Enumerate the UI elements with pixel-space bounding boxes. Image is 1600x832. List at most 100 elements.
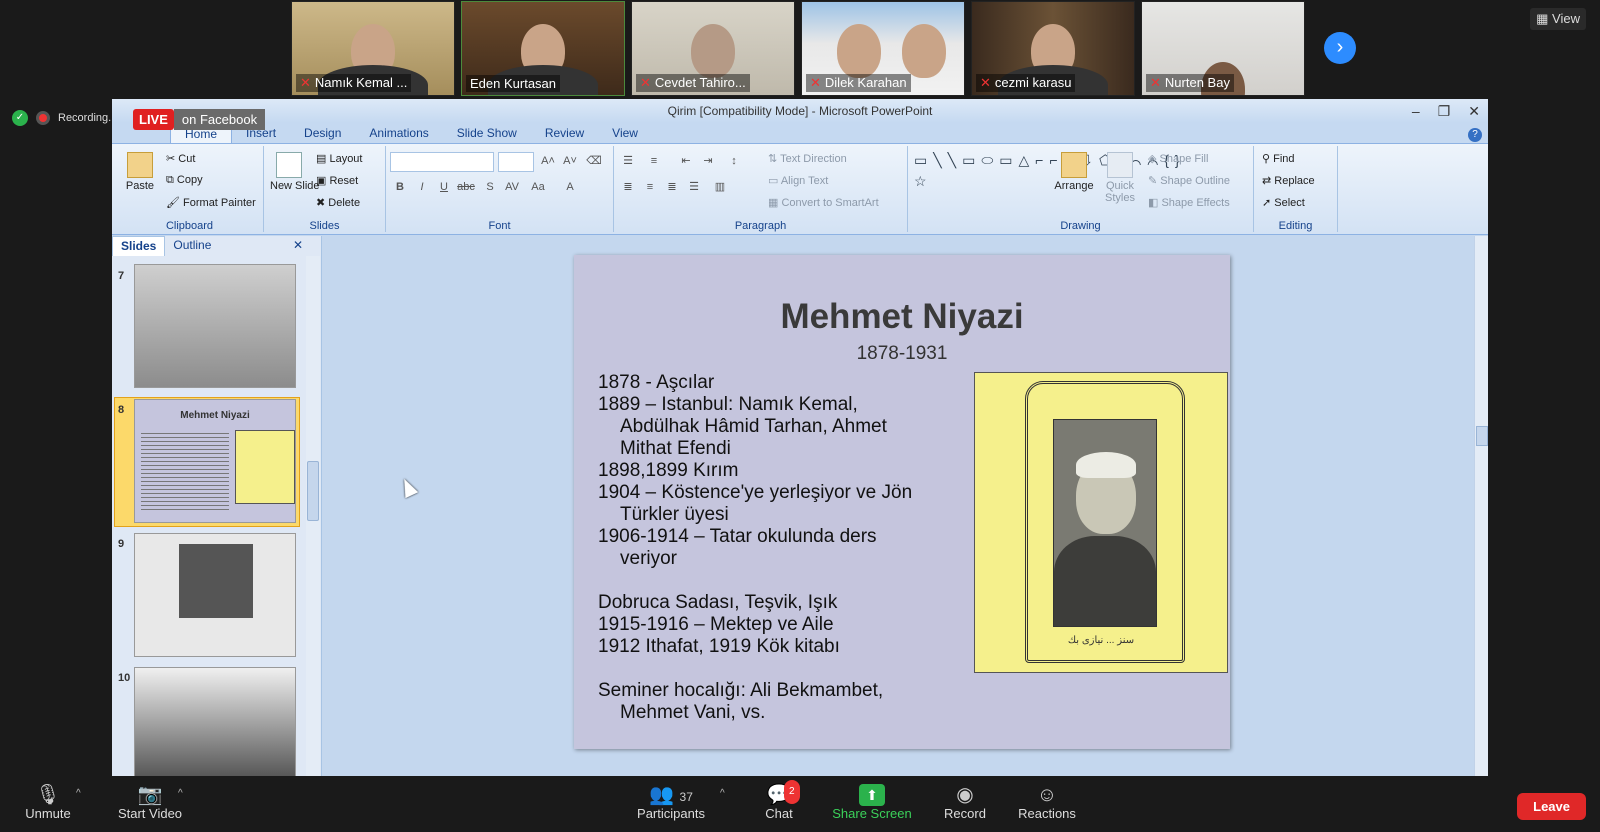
- slide-thumbnail[interactable]: [134, 533, 296, 657]
- slide-thumbnail[interactable]: [134, 264, 296, 388]
- bullets-icon[interactable]: ☰: [618, 152, 638, 170]
- tab-slides[interactable]: Slides: [112, 236, 166, 256]
- font-size-combo[interactable]: [498, 152, 534, 172]
- cut-button[interactable]: ✂ Cut: [166, 152, 195, 165]
- font-color-icon[interactable]: A: [560, 178, 580, 196]
- participants-options-chevron-icon[interactable]: ^: [720, 788, 725, 799]
- quick-styles-button[interactable]: Quick Styles: [1100, 152, 1140, 204]
- select-button[interactable]: ➚ Select: [1262, 196, 1305, 209]
- shadow-icon[interactable]: S: [480, 178, 500, 196]
- new-slide-icon: [276, 152, 302, 178]
- participant-tile[interactable]: ✕ Namık Kemal ...: [291, 1, 455, 96]
- text-direction-button[interactable]: ⇅ Text Direction: [768, 152, 847, 165]
- columns-icon[interactable]: ▥: [710, 178, 730, 196]
- next-participants-button[interactable]: ›: [1324, 32, 1356, 64]
- muted-mic-icon: ✕: [980, 75, 991, 90]
- pane-scroll-thumb[interactable]: [307, 461, 319, 521]
- participant-tile[interactable]: ✕ Cevdet Tahiro...: [631, 1, 795, 96]
- decrease-indent-icon[interactable]: ⇤: [676, 152, 696, 170]
- line-spacing-icon[interactable]: ↕: [724, 152, 744, 170]
- participant-tile[interactable]: ✕ cezmi karasu: [971, 1, 1135, 96]
- reactions-button[interactable]: ☺ Reactions: [1016, 784, 1078, 821]
- grow-font-icon[interactable]: A˄: [538, 152, 558, 170]
- window-title: Qirim [Compatibility Mode] - Microsoft P…: [667, 104, 933, 118]
- copy-button[interactable]: ⧉ Copy: [166, 174, 203, 187]
- muted-mic-icon: ✕: [810, 75, 821, 90]
- arrange-button[interactable]: Arrange: [1054, 152, 1094, 192]
- live-indicator[interactable]: LIVE on Facebook: [133, 109, 266, 130]
- ribbon-tabs: Home Insert Design Animations Slide Show…: [112, 123, 1488, 143]
- editing-group: ⚲ Find ⇄ Replace ➚ Select Editing: [1254, 146, 1338, 232]
- minimize-icon[interactable]: –: [1412, 99, 1420, 123]
- italic-icon[interactable]: I: [412, 178, 432, 196]
- tab-review[interactable]: Review: [531, 123, 598, 143]
- participants-count: 37: [679, 790, 693, 804]
- record-button[interactable]: ◉ Record: [942, 784, 988, 821]
- view-button[interactable]: ▦ View: [1530, 8, 1586, 30]
- replace-button[interactable]: ⇄ Replace: [1262, 174, 1315, 187]
- justify-icon[interactable]: ☰: [684, 178, 704, 196]
- char-spacing-icon[interactable]: AV: [502, 178, 522, 196]
- align-left-icon[interactable]: ≣: [618, 178, 638, 196]
- participant-name: Nurten Bay: [1164, 75, 1230, 90]
- current-slide[interactable]: Mehmet Niyazi 1878-1931 1878 - Aşcılar 18…: [574, 255, 1230, 749]
- audio-options-chevron-icon[interactable]: ^: [76, 788, 81, 799]
- increase-indent-icon[interactable]: ⇥: [698, 152, 718, 170]
- font-group: A˄ A˅ ⌫ B I U abc S AV Aa A Font: [386, 146, 614, 232]
- underline-icon[interactable]: U: [434, 178, 454, 196]
- shapes-gallery[interactable]: ▭╲╲▭⬭▭△⌐⌐⇨⇩⬠⌇⌒⌒{}☆: [914, 150, 1180, 192]
- slide-thumbnail[interactable]: Mehmet Niyazi: [134, 399, 296, 523]
- new-slide-button[interactable]: New Slide: [270, 152, 320, 192]
- format-painter-button[interactable]: 🖌 Format Painter: [166, 196, 256, 209]
- close-icon[interactable]: ✕: [1468, 99, 1480, 123]
- participants-button[interactable]: 👥 37 Participants: [636, 784, 706, 821]
- layout-icon: ▤: [316, 153, 330, 165]
- workspace-scrollbar[interactable]: [1474, 236, 1488, 777]
- align-center-icon[interactable]: ≡: [640, 178, 660, 196]
- align-text-button[interactable]: ▭ Align Text: [768, 174, 828, 187]
- bold-icon[interactable]: B: [390, 178, 410, 196]
- shrink-font-icon[interactable]: A˅: [560, 152, 580, 170]
- help-icon[interactable]: ?: [1468, 128, 1482, 142]
- find-button[interactable]: ⚲ Find: [1262, 152, 1295, 165]
- shape-outline-button[interactable]: ✎ Shape Outline: [1148, 174, 1230, 187]
- tab-slide-show[interactable]: Slide Show: [443, 123, 531, 143]
- font-name-combo[interactable]: [390, 152, 494, 172]
- strikethrough-icon[interactable]: abc: [456, 178, 476, 196]
- workspace-scroll-thumb[interactable]: [1476, 426, 1488, 446]
- thumbnail-photo: [179, 544, 253, 618]
- leave-button[interactable]: Leave: [1517, 793, 1586, 820]
- delete-button[interactable]: ✖ Delete: [316, 196, 360, 209]
- tab-design[interactable]: Design: [290, 123, 355, 143]
- pane-scrollbar[interactable]: [306, 256, 320, 777]
- change-case-icon[interactable]: Aa: [528, 178, 548, 196]
- slide-text-line: Abdülhak Hâmid Tarhan, Ahmet: [620, 416, 887, 437]
- paste-button[interactable]: Paste: [122, 152, 158, 192]
- video-options-chevron-icon[interactable]: ^: [178, 788, 183, 799]
- close-pane-icon[interactable]: ✕: [285, 236, 321, 256]
- layout-button[interactable]: ▤ Layout: [316, 152, 362, 165]
- tab-animations[interactable]: Animations: [355, 123, 442, 143]
- unmute-button[interactable]: 🎙 Unmute: [24, 784, 72, 821]
- start-video-button[interactable]: 📷 Start Video: [112, 784, 188, 821]
- paste-icon: [127, 152, 153, 178]
- slide-text-line: 1889 – Istanbul: Namık Kemal,: [598, 394, 858, 415]
- clear-format-icon[interactable]: ⌫: [584, 152, 604, 170]
- tab-outline[interactable]: Outline: [165, 236, 219, 256]
- tab-view[interactable]: View: [598, 123, 652, 143]
- participant-tile[interactable]: Eden Kurtasan: [461, 1, 625, 96]
- slide-text-line: Mehmet Vani, vs.: [620, 702, 766, 723]
- shape-effects-button[interactable]: ◧ Shape Effects: [1148, 196, 1230, 209]
- reset-button[interactable]: ▣ Reset: [316, 174, 358, 187]
- maximize-icon[interactable]: ❐: [1438, 99, 1451, 123]
- participant-tile[interactable]: ✕ Dilek Karahan: [801, 1, 965, 96]
- shape-fill-button[interactable]: ◈ Shape Fill: [1148, 152, 1208, 165]
- slide-thumbnail[interactable]: [134, 667, 296, 777]
- slide-text-line: 1878 - Aşcılar: [598, 372, 715, 393]
- numbering-icon[interactable]: ≡: [644, 152, 664, 170]
- align-right-icon[interactable]: ≣: [662, 178, 682, 196]
- share-screen-button[interactable]: ⬆ Share Screen: [832, 784, 912, 821]
- convert-smartart-button[interactable]: ▦ Convert to SmartArt: [768, 196, 879, 209]
- chat-button[interactable]: 💬 2 Chat: [762, 780, 800, 821]
- participant-tile[interactable]: ✕ Nurten Bay: [1141, 1, 1305, 96]
